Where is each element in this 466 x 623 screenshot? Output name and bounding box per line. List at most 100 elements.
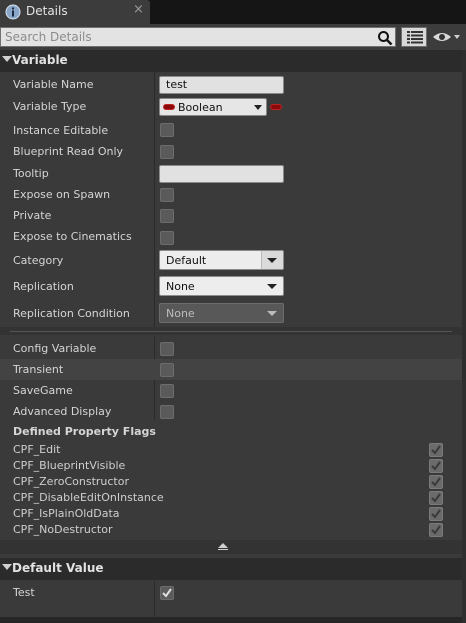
container-type-pin-icon[interactable] — [270, 104, 282, 110]
variable-type-combo[interactable]: Boolean — [159, 98, 267, 116]
defined-property-flags-row: Defined Property Flags — [0, 423, 462, 441]
advanced-display-label: Advanced Display — [13, 405, 112, 418]
config-variable-checkbox[interactable] — [160, 342, 174, 356]
search-box — [0, 27, 396, 47]
tab-details[interactable]: Details × — [0, 0, 150, 24]
flag-checkbox — [429, 507, 443, 521]
expose-on-spawn-row: Expose on Spawn — [0, 185, 462, 205]
expose-to-cinematics-row: Expose to Cinematics — [0, 227, 462, 247]
config-variable-label: Config Variable — [13, 342, 97, 355]
flag-checkbox — [429, 475, 443, 489]
defined-property-flags-title: Defined Property Flags — [13, 425, 156, 438]
variable-type-row: Variable Type Boolean — [0, 97, 462, 117]
instance-editable-label: Instance Editable — [13, 124, 109, 137]
chevron-down-icon — [267, 284, 277, 289]
collapse-advanced-button[interactable] — [0, 540, 462, 554]
property-matrix-icon — [407, 31, 423, 44]
transient-checkbox[interactable] — [160, 363, 174, 377]
flag-label: CPF_Edit — [13, 443, 61, 456]
flag-row: CPF_IsPlainOldData — [0, 506, 462, 522]
private-label: Private — [13, 209, 52, 222]
save-game-checkbox[interactable] — [160, 384, 174, 398]
search-input[interactable] — [1, 28, 371, 46]
search-toolbar — [0, 24, 466, 50]
search-icon[interactable] — [377, 30, 393, 46]
expose-to-cinematics-label: Expose to Cinematics — [13, 230, 132, 243]
checkmark-icon — [431, 445, 441, 455]
variable-category-header[interactable]: Variable — [0, 50, 466, 72]
collapse-up-icon — [218, 543, 228, 548]
details-panel: Variable Variable Name test Variable Typ… — [0, 50, 466, 623]
flag-checkbox — [429, 523, 443, 537]
flag-label: CPF_NoDestructor — [13, 523, 113, 536]
checkmark-icon — [431, 493, 441, 503]
transient-row: Transient — [0, 359, 462, 380]
replication-condition-value: None — [166, 307, 195, 320]
replication-combo[interactable]: None — [159, 276, 284, 296]
instance-editable-checkbox[interactable] — [160, 123, 174, 137]
flag-row: CPF_Edit — [0, 442, 462, 458]
flag-label: CPF_IsPlainOldData — [13, 507, 120, 520]
collapse-arrow-icon[interactable] — [2, 564, 12, 570]
collapse-up-icon-bar — [218, 549, 228, 550]
expose-on-spawn-checkbox[interactable] — [160, 188, 174, 202]
test-row: Test — [0, 583, 462, 603]
test-checkbox[interactable] — [160, 586, 174, 600]
flag-label: CPF_ZeroConstructor — [13, 475, 129, 488]
test-label: Test — [13, 586, 35, 599]
instance-editable-row: Instance Editable — [0, 120, 462, 140]
blueprint-read-only-label: Blueprint Read Only — [13, 145, 124, 158]
panel-bottom-edge — [0, 617, 466, 623]
chevron-down-icon — [267, 258, 277, 263]
advanced-separator — [0, 327, 462, 335]
close-icon[interactable]: × — [133, 2, 144, 17]
collapse-arrow-icon[interactable] — [2, 56, 12, 62]
expose-on-spawn-label: Expose on Spawn — [13, 188, 111, 201]
variable-name-field[interactable]: test — [159, 76, 284, 94]
flag-row: CPF_DisableEditOnInstance — [0, 490, 462, 506]
private-checkbox[interactable] — [160, 209, 174, 223]
flag-label: CPF_DisableEditOnInstance — [13, 491, 164, 504]
property-matrix-button[interactable] — [401, 27, 427, 47]
flag-row: CPF_BlueprintVisible — [0, 458, 462, 474]
flag-checkbox — [429, 491, 443, 505]
variable-type-label: Variable Type — [13, 100, 87, 113]
tab-title: Details — [26, 4, 68, 18]
expose-to-cinematics-checkbox[interactable] — [160, 231, 174, 245]
replication-condition-combo: None — [159, 303, 284, 323]
category-value: Default — [166, 254, 207, 267]
flag-label: CPF_BlueprintVisible — [13, 459, 126, 472]
variable-type-value: Boolean — [178, 101, 223, 114]
checkmark-icon — [431, 509, 441, 519]
tooltip-row: Tooltip — [0, 164, 462, 184]
tooltip-field[interactable] — [159, 165, 284, 183]
category-row: Category Default — [0, 249, 462, 273]
checkmark-icon — [431, 477, 441, 487]
private-row: Private — [0, 206, 462, 226]
flag-checkbox — [429, 443, 443, 457]
replication-label: Replication — [13, 280, 74, 293]
view-options-eye-icon[interactable] — [432, 30, 462, 44]
flag-checkbox — [429, 459, 443, 473]
category-label: Category — [13, 254, 64, 267]
replication-condition-label: Replication Condition — [13, 307, 130, 320]
replication-condition-row: Replication Condition None — [0, 302, 462, 326]
scrollbar[interactable] — [462, 50, 466, 623]
advanced-display-row: Advanced Display — [0, 401, 462, 422]
variable-name-row: Variable Name test — [0, 75, 462, 95]
advanced-display-checkbox[interactable] — [160, 405, 174, 419]
default-value-category-title: Default Value — [12, 561, 104, 575]
blueprint-read-only-row: Blueprint Read Only — [0, 142, 462, 162]
chevron-down-icon — [267, 311, 277, 316]
default-value-category-header[interactable]: Default Value — [0, 558, 466, 580]
transient-label: Transient — [13, 363, 64, 376]
save-game-row: SaveGame — [0, 380, 462, 401]
variable-category-title: Variable — [12, 53, 68, 67]
save-game-label: SaveGame — [13, 384, 73, 397]
replication-value: None — [166, 280, 195, 293]
checkmark-icon — [431, 461, 441, 471]
flag-row: CPF_ZeroConstructor — [0, 474, 462, 490]
flag-row: CPF_NoDestructor — [0, 522, 462, 538]
category-combo[interactable]: Default — [159, 250, 284, 270]
blueprint-read-only-checkbox[interactable] — [160, 145, 174, 159]
